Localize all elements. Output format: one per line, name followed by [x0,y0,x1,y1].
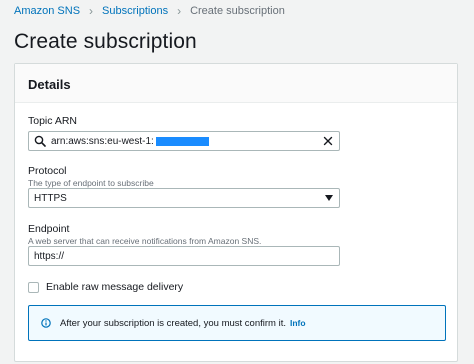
protocol-select[interactable]: HTTPS [28,188,340,208]
raw-delivery-option[interactable]: Enable raw message delivery [28,281,183,293]
raw-delivery-checkbox[interactable] [28,281,39,293]
raw-delivery-label: Enable raw message delivery [46,281,184,293]
chevron-right-icon: › [89,4,94,18]
alert-text: After your subscription is created, you … [60,317,286,329]
info-icon [41,318,51,328]
topic-arn-label: Topic ARN [28,115,78,127]
breadcrumb: Amazon SNS › Subscriptions › Create subs… [14,4,285,18]
breadcrumb-amazon-sns[interactable]: Amazon SNS [14,5,80,17]
breadcrumb-current: Create subscription [190,5,285,17]
redacted-account-id [155,136,209,146]
breadcrumb-subscriptions[interactable]: Subscriptions [102,5,168,17]
protocol-label: Protocol [28,165,67,177]
protocol-selected-value: HTTPS [34,192,67,204]
endpoint-description: A web server that can receive notificati… [28,236,262,246]
close-icon[interactable] [323,136,333,146]
topic-arn-value: arn:aws:sns:eu-west-1: [51,135,154,147]
page-title: Create subscription [14,30,197,53]
chevron-right-icon: › [177,4,182,18]
endpoint-label: Endpoint [28,223,70,235]
protocol-description: The type of endpoint to subscribe [28,178,154,188]
endpoint-value: https:// [34,250,65,262]
topic-arn-input[interactable]: arn:aws:sns:eu-west-1: [28,131,340,151]
search-icon [34,135,46,147]
endpoint-input[interactable]: https:// [28,246,340,266]
info-link[interactable]: Info [290,318,306,328]
details-panel: Details Topic ARN arn:aws:sns:eu-west-1:… [14,63,458,362]
details-header: Details [15,64,457,103]
caret-down-icon [325,195,333,201]
info-alert: After your subscription is created, you … [28,305,446,341]
details-title: Details [28,77,71,92]
